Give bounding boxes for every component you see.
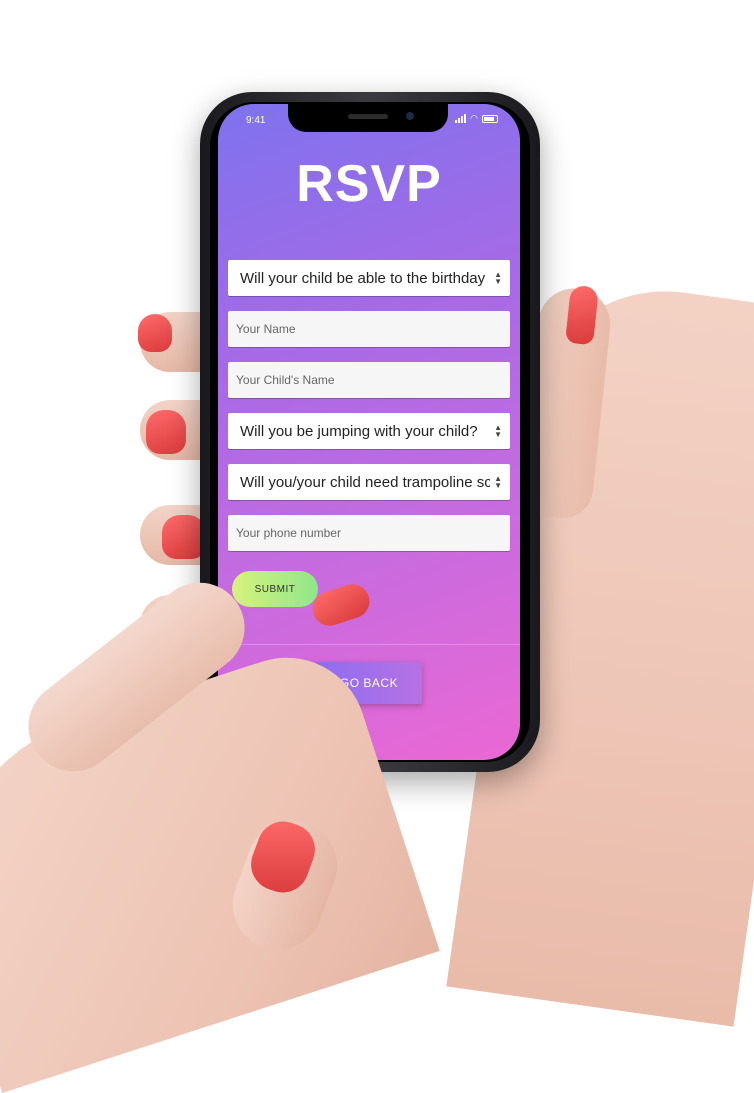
socks-select[interactable]: Will you/your child need trampoline sc ▲… <box>228 464 510 500</box>
phone-notch <box>288 104 448 132</box>
name-field-placeholder: Your Name <box>236 322 296 336</box>
finger-nail-2 <box>146 410 186 454</box>
child-name-field[interactable]: Your Child's Name <box>228 362 510 398</box>
socks-select-value: Will you/your child need trampoline sc <box>240 473 490 491</box>
speaker-grille <box>348 114 388 119</box>
attendance-select[interactable]: Will your child be able to the birthday … <box>228 260 510 296</box>
finger-nail-1 <box>138 314 172 352</box>
attendance-select-value: Will your child be able to the birthday … <box>240 269 490 287</box>
phone-number-placeholder: Your phone number <box>236 526 341 540</box>
battery-icon <box>482 114 498 123</box>
status-icons: ◠ <box>455 113 498 124</box>
select-arrows-icon: ▲ ▼ <box>494 423 502 439</box>
wifi-icon: ◠ <box>470 113 478 123</box>
status-time: 9:41 <box>246 115 266 126</box>
child-name-placeholder: Your Child's Name <box>236 373 335 387</box>
select-arrows-icon: ▲ ▼ <box>494 270 502 286</box>
submit-button[interactable]: SUBMIT <box>232 571 318 607</box>
jumping-select[interactable]: Will you be jumping with your child? ▲ ▼ <box>228 413 510 449</box>
phone-number-field[interactable]: Your phone number <box>228 515 510 551</box>
front-camera <box>406 112 414 120</box>
select-arrows-icon: ▲ ▼ <box>494 474 502 490</box>
name-field[interactable]: Your Name <box>228 311 510 347</box>
signal-icon <box>455 114 467 123</box>
jumping-select-value: Will you be jumping with your child? <box>240 422 478 440</box>
section-divider <box>218 644 520 645</box>
page-title: RSVP <box>296 155 442 213</box>
